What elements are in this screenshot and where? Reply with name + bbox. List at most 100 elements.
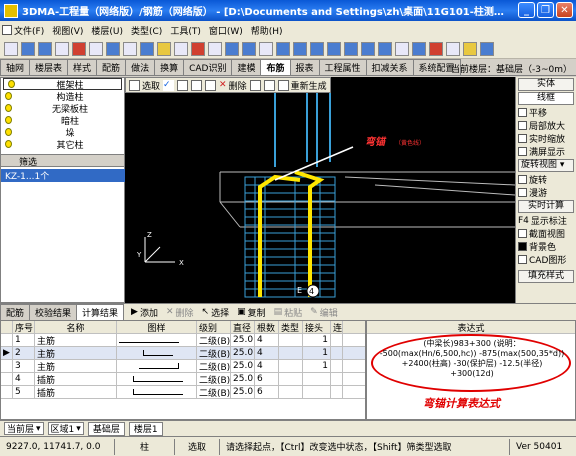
select-tool[interactable]: 选取 [129, 79, 160, 92]
tab-model[interactable]: 建模 [231, 59, 262, 75]
check-icon[interactable]: ✓ [163, 79, 175, 91]
tree-item-other-column[interactable]: 其它柱 [1, 138, 124, 151]
section-view-item[interactable]: 截面视图 [516, 227, 576, 240]
rebar-icon[interactable] [412, 41, 426, 56]
floor-tab-base[interactable]: 基础层 [87, 421, 125, 436]
roof-icon[interactable] [344, 41, 358, 56]
delete-tool[interactable]: ✕ 删除 [219, 79, 247, 92]
rotate-icon[interactable] [249, 79, 261, 91]
pan-item[interactable]: 平移 [516, 106, 576, 119]
cut-icon[interactable] [191, 41, 205, 56]
list-item[interactable]: KZ-1...1个 [1, 169, 126, 182]
menu-type[interactable]: 类型(C) [131, 24, 162, 37]
menu-window[interactable]: 窗口(W) [209, 24, 243, 37]
floor-tab-1[interactable]: 楼层1 [128, 421, 163, 436]
cad-graph-item[interactable]: CAD图形 [516, 253, 576, 266]
table-row[interactable]: 4 插筋 二级(B) 25.0 6 [1, 373, 365, 386]
add-button[interactable]: ▶ 添加 [131, 306, 158, 319]
refresh-icon[interactable] [263, 79, 275, 91]
stair-icon[interactable] [327, 41, 341, 56]
paste-button[interactable]: ▤ 粘贴 [274, 306, 303, 319]
brush-icon[interactable] [205, 79, 217, 91]
wall-icon[interactable] [310, 41, 324, 56]
print-icon[interactable] [55, 41, 69, 56]
copy-button[interactable]: ▣ 复制 [237, 306, 266, 319]
fit-screen-item[interactable]: 满屏显示 [516, 145, 576, 158]
menu-file[interactable]: 文件(F) [2, 24, 44, 37]
menu-view[interactable]: 视图(V) [52, 24, 83, 37]
floor-select[interactable]: 当前层 ▾ [4, 422, 44, 435]
new-icon[interactable] [4, 41, 18, 56]
tab-convert[interactable]: 换算 [154, 59, 185, 75]
edit-button[interactable]: ✎ 编辑 [310, 306, 338, 319]
zoom-realtime-item[interactable]: 实时缩放 [516, 132, 576, 145]
door-icon[interactable] [361, 41, 375, 56]
grid-icon[interactable] [177, 79, 189, 91]
brush-icon[interactable] [463, 41, 477, 56]
close-button[interactable]: ✕ [556, 2, 573, 18]
tree-item-pier[interactable]: 垛 [1, 126, 124, 139]
table-row[interactable]: 3 主筋 二级(B) 25.0 4 1 [1, 360, 365, 373]
delete-button[interactable]: ✕ 删除 [166, 306, 194, 319]
open-icon[interactable] [21, 41, 35, 56]
table-row[interactable]: 1 主筋 二级(B) 25.0 4 1 [1, 334, 365, 347]
move-icon[interactable] [191, 79, 203, 91]
menu-tools[interactable]: 工具(T) [170, 24, 201, 37]
paste-icon[interactable] [208, 41, 222, 56]
tab-report[interactable]: 报表 [289, 59, 320, 75]
3d-viewport[interactable]: 弯锚 （黄色线） 4 E X Z Y 选取 ✓ ✕ 删除 重新生成 [125, 77, 515, 303]
tab-floor-table[interactable]: 楼层表 [29, 59, 69, 75]
save-icon[interactable] [38, 41, 52, 56]
pen-icon[interactable] [480, 41, 494, 56]
grid-icon[interactable] [106, 41, 120, 56]
minimize-button[interactable]: _ [518, 2, 535, 18]
zoom-local-item[interactable]: 局部放大 [516, 119, 576, 132]
tab-calc-result[interactable]: 计算结果 [76, 303, 125, 321]
restore-button[interactable]: ❐ [537, 2, 554, 18]
menu-help[interactable]: 帮助(H) [251, 24, 283, 37]
tree-item-flatslab-column[interactable]: 无梁板柱 [1, 102, 124, 115]
wireframe-view-button[interactable]: 线框 [518, 92, 574, 105]
fill-style-button[interactable]: 填充样式 [518, 270, 574, 283]
tree-item-construct-column[interactable]: 构造柱 [1, 90, 124, 103]
window-icon[interactable] [378, 41, 392, 56]
grid2-icon[interactable] [225, 41, 239, 56]
tab-rebar[interactable]: 配筋 [0, 303, 31, 321]
tab-rebar-layout[interactable]: 布筋 [260, 59, 291, 75]
folder-icon[interactable] [157, 41, 171, 56]
rotate-item[interactable]: 旋转 [516, 173, 576, 186]
check-icon[interactable] [429, 41, 443, 56]
regenerate-tool[interactable]: 重新生成 [277, 79, 327, 92]
tab-deduction[interactable]: 扣减关系 [365, 59, 414, 75]
pile-icon[interactable] [395, 41, 409, 56]
tab-method[interactable]: 做法 [125, 59, 156, 75]
tab-axis[interactable]: 轴网 [0, 59, 31, 75]
show-label-item[interactable]: F4 显示标注 [516, 214, 576, 228]
menu-floor[interactable]: 楼层(U) [91, 24, 123, 37]
roam-item[interactable]: 漫游 [516, 186, 576, 199]
table-row[interactable]: 5 插筋 二级(B) 25.0 6 [1, 386, 365, 399]
rotate-view-dropdown[interactable]: 旋转视图 ▾ [518, 159, 574, 172]
tab-rebar-config[interactable]: 配筋 [96, 59, 127, 75]
delete-icon[interactable] [72, 41, 86, 56]
column-icon[interactable] [259, 41, 273, 56]
beam-icon[interactable] [276, 41, 290, 56]
solid-view-button[interactable]: 实体 [518, 78, 574, 91]
table-row[interactable]: ▶ 2 主筋 二级(B) 25.0 4 1 [1, 347, 365, 360]
tree-item-frame-column[interactable]: 框架柱 [3, 78, 122, 91]
table-icon[interactable] [89, 41, 103, 56]
tree-item-hidden-column[interactable]: 暗柱 [1, 114, 124, 127]
tab-check-result[interactable]: 校验结果 [29, 303, 78, 321]
tab-style[interactable]: 样式 [67, 59, 98, 75]
tab-cad[interactable]: CAD识别 [183, 59, 233, 75]
bg-color-item[interactable]: 背景色 [516, 240, 576, 253]
tab-project-props[interactable]: 工程属性 [318, 59, 367, 75]
area-select[interactable]: 区域1 ▾ [47, 422, 84, 435]
copy-icon[interactable] [174, 41, 188, 56]
list-icon[interactable] [123, 41, 137, 56]
select-button[interactable]: ↖ 选择 [202, 306, 230, 319]
realtime-calc-button[interactable]: 实时计算 [518, 200, 574, 213]
slab-icon[interactable] [293, 41, 307, 56]
measure-icon[interactable] [446, 41, 460, 56]
layer-icon[interactable] [242, 41, 256, 56]
